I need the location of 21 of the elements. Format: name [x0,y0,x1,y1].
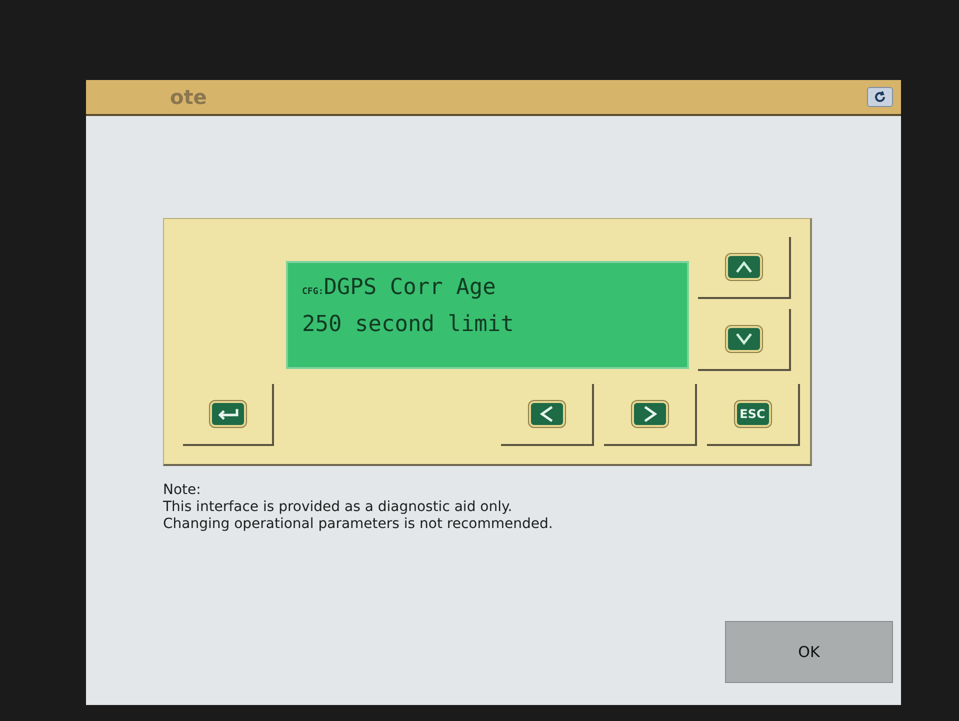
down-key[interactable] [726,326,762,352]
chevron-up-icon [734,261,752,273]
chevron-right-icon [642,405,656,423]
escape-key[interactable]: ESC [734,401,770,427]
enter-key[interactable] [210,401,246,427]
note-text: This interface is provided as a diagnostic aid only. [163,499,514,516]
lcd-prefix: CFG: [302,287,324,297]
note-heading: Note: [163,482,202,499]
enter-icon [216,408,240,420]
window-title: ote [170,85,207,109]
right-key[interactable] [632,401,668,427]
refresh-icon [873,90,887,104]
chevron-left-icon [540,405,554,423]
lcd-text: 250 second limit [302,312,514,337]
note-text: Changing operational parameters is not recommended. [163,516,554,533]
up-key[interactable] [726,254,762,280]
chevron-down-icon [734,333,752,345]
left-key[interactable] [528,401,564,427]
lcd-text: DGPS Corr Age [324,275,496,300]
refresh-button[interactable] [867,87,893,107]
ok-button[interactable]: OK [725,621,893,683]
